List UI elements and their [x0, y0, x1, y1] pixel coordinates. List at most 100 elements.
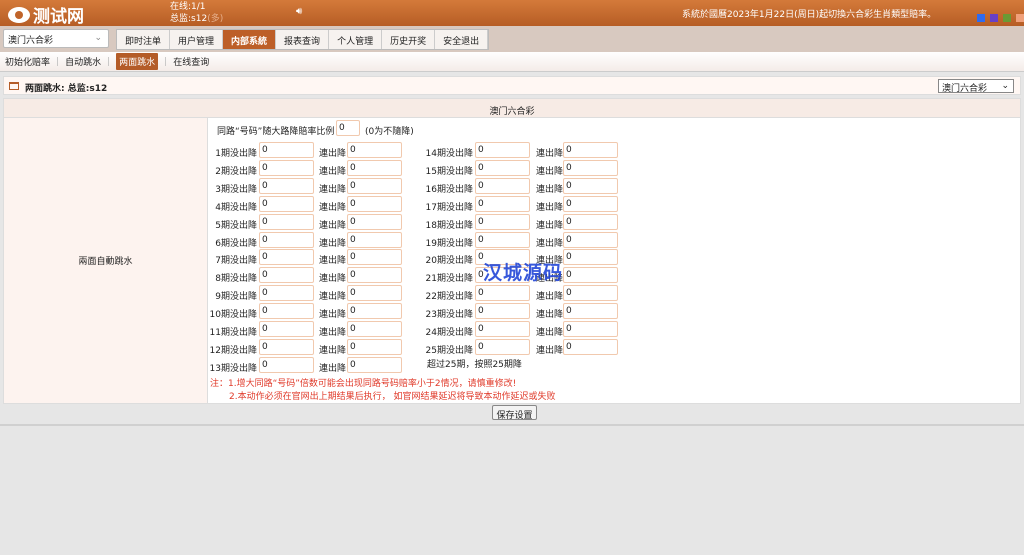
period-input[interactable]: 0	[475, 159, 530, 176]
lian-input[interactable]: 0	[563, 249, 618, 266]
ratio-label: 同路“号码”随大路降賠率比例	[217, 127, 335, 137]
lian-input[interactable]: 0	[347, 142, 402, 158]
period-input[interactable]: 0	[259, 303, 314, 320]
subnav-item[interactable]: 初始化赔率	[5, 55, 50, 68]
period-input[interactable]: 0	[475, 177, 530, 194]
lian-input[interactable]: 0	[347, 285, 402, 302]
lian-input[interactable]: 0	[563, 177, 618, 194]
lian-input[interactable]: 0	[347, 213, 402, 230]
period-input[interactable]: 0	[259, 267, 314, 284]
subnav-item[interactable]: 自动跳水	[65, 55, 101, 68]
lian-input[interactable]: 0	[563, 213, 618, 230]
menu-item[interactable]: 即时注单	[117, 30, 171, 49]
period-input[interactable]: 0	[259, 285, 314, 302]
lottery-select[interactable]: 澳门六合彩 ⌄	[3, 29, 109, 48]
lian-input[interactable]: 0	[347, 231, 402, 248]
theme-swatch[interactable]	[977, 14, 985, 22]
lottery-filter-select[interactable]: 澳门六合彩 ⌄	[938, 79, 1014, 94]
lian-input[interactable]: 0	[563, 321, 618, 337]
subnav-item[interactable]: 在线查询	[173, 55, 209, 68]
period-input[interactable]: 0	[259, 142, 314, 158]
period-input[interactable]: 0	[475, 231, 530, 248]
lian-input[interactable]: 0	[347, 195, 402, 212]
period-input[interactable]: 0	[475, 285, 530, 302]
lottery-filter-value: 澳门六合彩	[942, 84, 988, 94]
period-input[interactable]: 0	[475, 321, 530, 337]
logo: 测试网	[8, 2, 84, 27]
lian-input[interactable]: 0	[563, 303, 618, 320]
page-title-bar: 两面跳水: 总监:s12 澳门六合彩 ⌄	[3, 76, 1021, 95]
period-input[interactable]: 0	[475, 195, 530, 212]
period-input[interactable]: 0	[475, 142, 530, 158]
lian-input[interactable]: 0	[347, 159, 402, 176]
period-input[interactable]: 0	[259, 159, 314, 176]
menu-item[interactable]: 内部系統	[223, 30, 277, 49]
lian-input[interactable]: 0	[563, 142, 618, 158]
lian-label: 連出降	[319, 292, 347, 303]
lian-label: 連出降	[319, 238, 347, 249]
lian-input[interactable]: 0	[347, 321, 402, 337]
save-button[interactable]: 保存设置	[492, 405, 537, 421]
ratio-input[interactable]: 0	[336, 120, 360, 136]
watermark: 汉城源码	[483, 262, 564, 284]
period-input[interactable]: 0	[259, 177, 314, 194]
theme-swatch[interactable]	[1016, 14, 1024, 22]
period-input[interactable]: 0	[475, 303, 530, 320]
lian-input[interactable]: 0	[347, 177, 402, 194]
period-label: 2期没出降	[215, 166, 257, 177]
lian-label: 連出降	[319, 310, 347, 321]
separator: |	[164, 56, 168, 67]
lian-label: 連出降	[536, 238, 564, 249]
period-label: 19期没出降	[425, 238, 473, 249]
period-input[interactable]: 0	[259, 356, 314, 373]
lian-input[interactable]: 0	[347, 267, 402, 284]
menu-item[interactable]: 用户管理	[170, 30, 224, 49]
period-label: 25期没出降	[425, 345, 473, 356]
lian-input[interactable]: 0	[563, 267, 618, 284]
lian-label: 連出降	[536, 220, 564, 231]
sound-icon[interactable]: 🔊︎	[296, 6, 302, 17]
chevron-down-icon: ⌄	[1001, 81, 1009, 91]
menu-item[interactable]: 个人管理	[329, 30, 383, 49]
lian-input[interactable]: 0	[347, 249, 402, 266]
lian-input[interactable]: 0	[347, 338, 402, 355]
period-label: 24期没出降	[425, 328, 473, 338]
lian-label: 連出降	[536, 328, 564, 338]
menu-item[interactable]: 报表查询	[276, 30, 330, 49]
period-input[interactable]: 0	[259, 195, 314, 212]
period-input[interactable]: 0	[259, 321, 314, 337]
lian-input[interactable]: 0	[563, 195, 618, 212]
subnav-item[interactable]: 两面跳水	[116, 53, 159, 70]
period-label: 3期没出降	[215, 184, 257, 195]
period-input[interactable]: 0	[259, 249, 314, 266]
lian-input[interactable]: 0	[347, 303, 402, 320]
period-label: 14期没出降	[425, 149, 473, 159]
period-label: 20期没出降	[425, 256, 473, 267]
theme-swatch[interactable]	[1003, 14, 1011, 22]
period-input[interactable]: 0	[475, 338, 530, 355]
menu-item[interactable]: 历史开奖	[382, 30, 436, 49]
period-label: 6期没出降	[215, 238, 257, 249]
theme-swatch[interactable]	[990, 14, 998, 22]
lian-input[interactable]: 0	[563, 285, 618, 302]
menu-item[interactable]: 安全退出	[435, 30, 489, 49]
lian-input[interactable]: 0	[563, 159, 618, 176]
lian-label: 連出降	[319, 274, 347, 285]
lian-label: 連出降	[319, 202, 347, 213]
window-icon	[9, 82, 19, 90]
lian-label: 連出降	[319, 363, 347, 374]
lian-label: 連出降	[536, 166, 564, 177]
period-label: 22期没出降	[425, 292, 473, 303]
lian-input[interactable]: 0	[563, 338, 618, 355]
top-header: 测试网 在线:1/1 总监:s12(多) 🔊︎ 系統於國曆2023年1月22日(周…	[0, 0, 1024, 27]
period-input[interactable]: 0	[259, 338, 314, 355]
period-input[interactable]: 0	[475, 213, 530, 230]
menu: 即时注单 用户管理 内部系統 报表查询 个人管理 历史开奖 安全退出	[116, 29, 490, 50]
user-suffix[interactable]: (多)	[207, 14, 223, 24]
period-input[interactable]: 0	[259, 231, 314, 248]
lian-label: 連出降	[319, 220, 347, 231]
lian-input[interactable]: 0	[347, 356, 402, 373]
lian-input[interactable]: 0	[563, 231, 618, 248]
period-input[interactable]: 0	[259, 213, 314, 230]
period-label: 23期没出降	[425, 310, 473, 321]
